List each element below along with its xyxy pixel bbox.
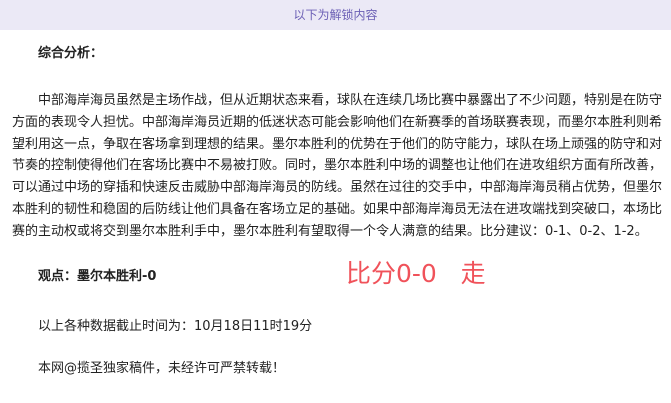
unlock-banner: 以下为解锁内容 — [0, 0, 671, 30]
analysis-paragraph: 中部海岸海员虽然是主场作战，但从近期状态来看，球队在连续几场比赛中暴露出了不少问… — [12, 93, 663, 239]
unlock-banner-text: 以下为解锁内容 — [293, 8, 378, 22]
article-body: 综合分析： 中部海岸海员虽然是主场作战，但从近期状态来看，球队在连续几场比赛中暴… — [12, 44, 662, 379]
analysis-heading: 综合分析： — [38, 46, 104, 61]
viewpoint-text: 观点：墨尔本胜利-0 — [38, 268, 157, 284]
data-cutoff-time: 以上各种数据截止时间为：10月18日11时19分 — [38, 318, 313, 334]
copyright-notice: 本网@揽圣独家稿件，未经许可严禁转载！ — [38, 360, 286, 376]
result-stamp: 比分0-0 走 — [346, 258, 486, 288]
viewpoint-row: 观点：墨尔本胜利-0 比分0-0 走 — [12, 257, 662, 297]
